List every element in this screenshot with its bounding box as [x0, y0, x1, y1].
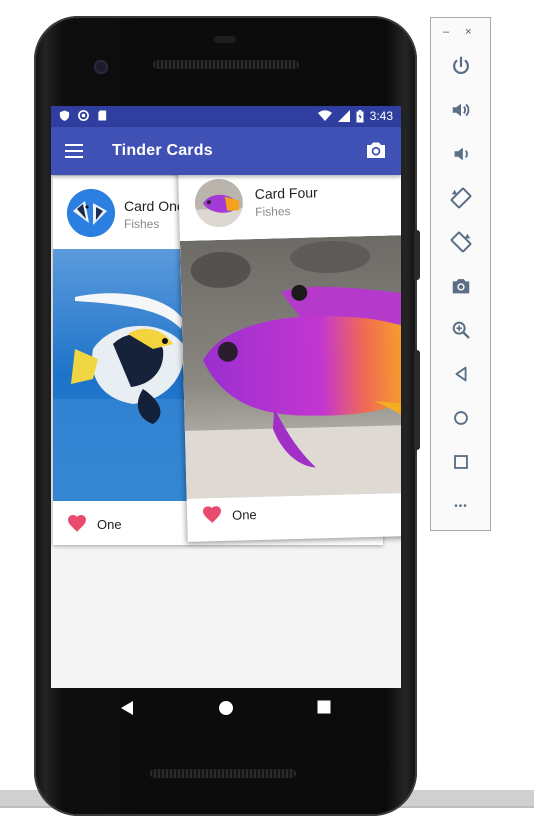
home-icon[interactable] — [218, 700, 234, 716]
card-one-title: Card One — [124, 198, 185, 214]
volume-up-icon — [452, 103, 470, 117]
android-nav-bar — [51, 688, 401, 728]
card-four-like-label: One — [231, 506, 257, 523]
volume-up-button[interactable] — [449, 98, 473, 122]
camera-icon[interactable] — [366, 141, 386, 159]
card-four-title: Card Four — [254, 184, 318, 202]
emulator-toolbar: – × ••• — [430, 17, 491, 531]
rotate-right-button[interactable] — [449, 230, 473, 254]
home-icon — [454, 411, 468, 425]
phone-volume-key[interactable] — [414, 350, 420, 450]
back-icon[interactable] — [120, 700, 134, 716]
emulator-window: 3:43 Tinder Cards Card One Fishes One Ca… — [0, 0, 534, 836]
rotate-left-button[interactable] — [449, 186, 473, 210]
rotate-right-icon — [450, 231, 472, 253]
card-four-like-row[interactable]: One — [202, 505, 257, 524]
overview-button[interactable] — [449, 450, 473, 474]
more-icon: ••• — [454, 500, 468, 512]
phone-power-key[interactable] — [414, 230, 420, 280]
status-bar: 3:43 — [51, 106, 401, 127]
app-bar: Tinder Cards — [51, 127, 401, 175]
back-button[interactable] — [449, 362, 473, 386]
minimize-button[interactable]: – — [443, 26, 449, 38]
card-one-subtitle: Fishes — [124, 217, 160, 231]
power-icon — [453, 56, 469, 75]
sd-card-icon — [98, 110, 107, 121]
volume-down-button[interactable] — [449, 142, 473, 166]
shield-icon — [59, 110, 70, 121]
device-screen: 3:43 Tinder Cards Card One Fishes One Ca… — [51, 106, 401, 688]
zoom-button[interactable] — [449, 318, 473, 342]
close-button[interactable]: × — [465, 26, 471, 38]
heart-icon[interactable] — [67, 515, 87, 533]
back-icon — [455, 366, 467, 382]
wifi-icon — [317, 110, 332, 121]
menu-icon[interactable] — [65, 144, 83, 158]
signal-icon — [337, 110, 350, 122]
power-button[interactable] — [449, 54, 473, 78]
overview-icon[interactable] — [317, 700, 331, 714]
status-time: 3:43 — [369, 109, 393, 123]
home-button[interactable] — [449, 406, 473, 430]
screenshot-button[interactable] — [449, 274, 473, 298]
overview-icon — [454, 455, 468, 469]
rotate-left-icon — [450, 187, 472, 209]
card-one-like-row[interactable]: One — [67, 515, 122, 533]
phone-earpiece — [214, 36, 236, 43]
front-camera — [94, 60, 108, 74]
screenshot-icon — [452, 279, 470, 294]
card-four-subtitle: Fishes — [254, 204, 291, 219]
top-speaker-grille — [153, 60, 299, 69]
card-four[interactable]: Card Four Fishes One — [178, 161, 401, 542]
card-four-avatar — [194, 178, 244, 228]
battery-icon — [356, 109, 364, 122]
volume-down-icon — [454, 147, 468, 161]
more-button[interactable]: ••• — [449, 494, 473, 518]
zoom-icon — [452, 321, 470, 339]
bottom-speaker-grille — [150, 769, 296, 778]
card-four-photo — [179, 234, 401, 499]
heart-icon[interactable] — [202, 506, 222, 525]
card-one-avatar — [67, 189, 115, 237]
card-one-like-label: One — [97, 516, 122, 532]
sync-icon — [78, 110, 89, 121]
app-title: Tinder Cards — [112, 142, 213, 159]
